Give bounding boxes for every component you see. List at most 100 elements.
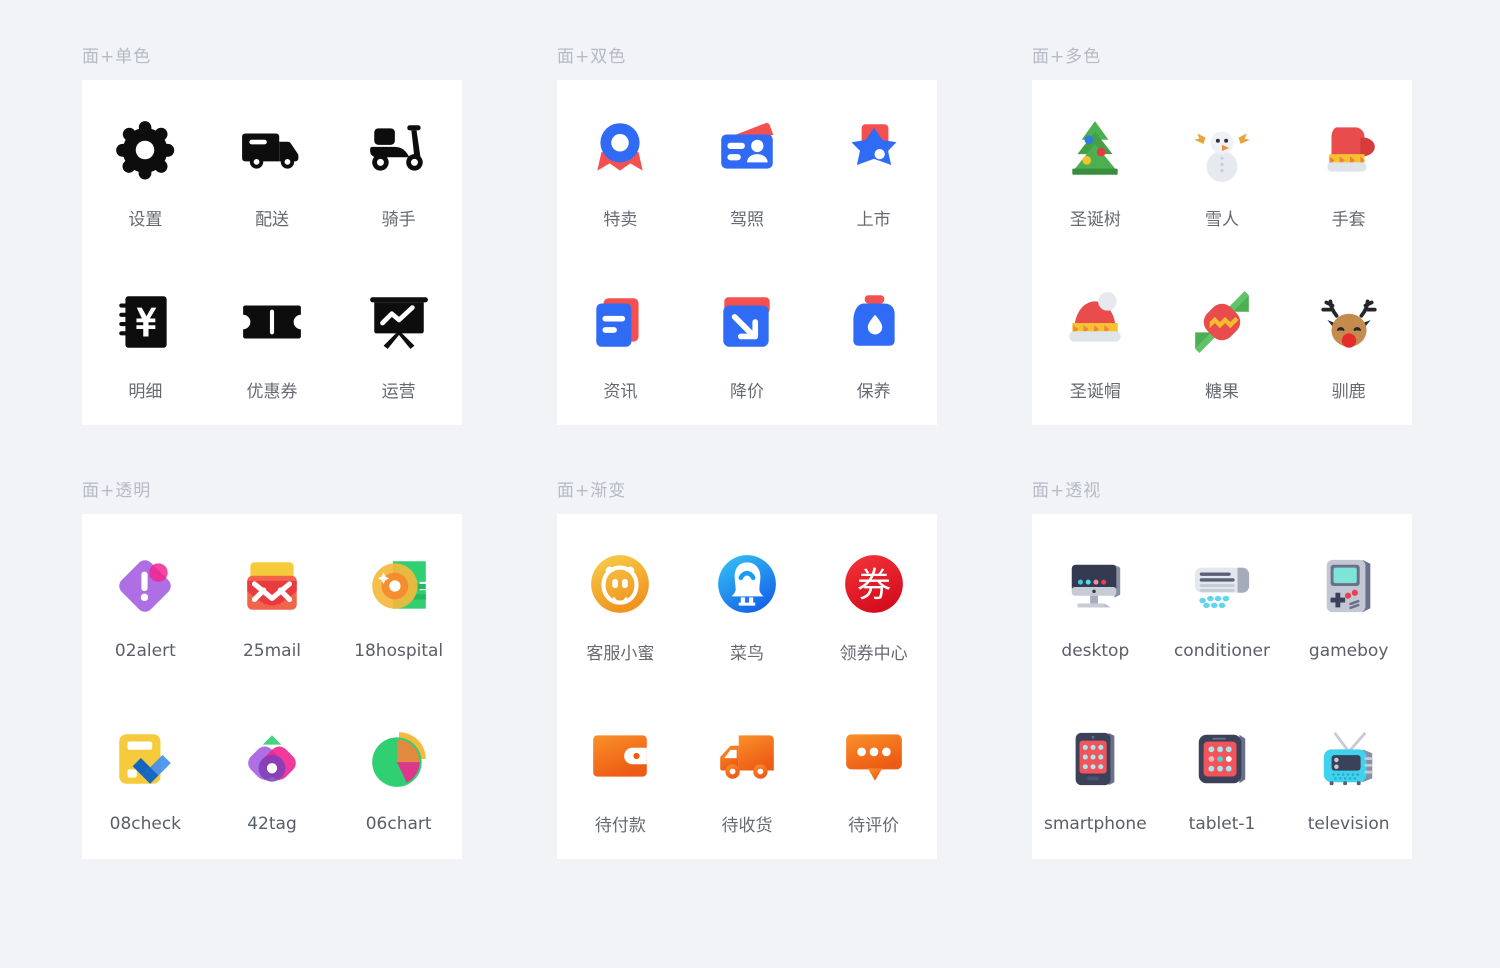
- icon-card-transparent: 02alert 25mail 18hospital 08check 42tag …: [82, 514, 462, 859]
- icon-cell[interactable]: 雪人: [1159, 103, 1286, 230]
- icon-cell[interactable]: 优惠券: [209, 275, 336, 402]
- icon-label: 上市: [856, 209, 891, 230]
- comment-dots-icon: [839, 721, 909, 791]
- icon-cell[interactable]: 待评价: [810, 709, 937, 836]
- santa-hat-icon: [1060, 287, 1130, 357]
- icon-cell[interactable]: 明细: [82, 275, 209, 402]
- icon-label: desktop: [1061, 641, 1130, 662]
- icon-cell[interactable]: 08check: [82, 712, 209, 834]
- icon-label: 18hospital: [354, 641, 444, 662]
- icon-cell[interactable]: 运营: [335, 275, 462, 402]
- icon-card-perspective: desktop conditioner gameboy smartphone t…: [1032, 514, 1412, 859]
- icon-cell[interactable]: tablet-1: [1159, 712, 1286, 834]
- icon-cell[interactable]: smartphone: [1032, 712, 1159, 834]
- cainiao-bird-icon: [712, 549, 782, 619]
- icon-label: 待评价: [848, 816, 900, 837]
- icon-cell[interactable]: 驯鹿: [1285, 275, 1412, 402]
- icon-cell[interactable]: 设置: [82, 103, 209, 230]
- icon-label: 降价: [729, 382, 764, 403]
- smartphone-icon: [1060, 724, 1130, 794]
- icon-label: 骑手: [381, 209, 416, 230]
- icon-label: tablet-1: [1188, 813, 1256, 834]
- wallet-icon: [585, 721, 655, 791]
- icon-cell[interactable]: 驾照: [684, 103, 811, 230]
- icon-label: 25mail: [242, 641, 302, 662]
- icon-cell[interactable]: 券 领券中心: [810, 537, 937, 664]
- icon-label: 设置: [128, 209, 163, 230]
- scooter-icon: [364, 115, 434, 185]
- icon-cell[interactable]: desktop: [1032, 539, 1159, 661]
- icon-cell[interactable]: 圣诞帽: [1032, 275, 1159, 402]
- icon-cell[interactable]: 客服小蜜: [557, 537, 684, 664]
- icon-label: conditioner: [1173, 641, 1271, 662]
- oil-bottle-icon: [839, 287, 909, 357]
- truck-icon: [237, 115, 307, 185]
- christmas-tree-icon: [1060, 115, 1130, 185]
- gear-icon: [110, 115, 180, 185]
- coupon-circle-icon: 券: [839, 549, 909, 619]
- medal-ribbon-icon: [585, 115, 655, 185]
- icon-cell[interactable]: 圣诞树: [1032, 103, 1159, 230]
- icon-label: 待收货: [721, 816, 773, 837]
- icon-label: 配送: [254, 209, 289, 230]
- icon-label: 02alert: [114, 641, 176, 662]
- icon-label: 驾照: [729, 209, 764, 230]
- mitten-icon: [1314, 115, 1384, 185]
- svg-text:券: 券: [857, 565, 891, 605]
- icon-cell[interactable]: 待收货: [684, 709, 811, 836]
- presentation-chart-icon: [364, 287, 434, 357]
- reindeer-icon: [1314, 287, 1384, 357]
- section-title: 面+渐变: [557, 481, 627, 501]
- icon-cell[interactable]: 上市: [810, 103, 937, 230]
- icon-label: 优惠券: [246, 382, 298, 403]
- icon-card-mono: 设置 配送 骑手 明细 优惠券 运营: [82, 80, 462, 425]
- icon-cell[interactable]: 资讯: [557, 275, 684, 402]
- icon-cell[interactable]: 降价: [684, 275, 811, 402]
- icon-cell[interactable]: conditioner: [1159, 539, 1286, 661]
- section-title: 面+多色: [1032, 47, 1102, 67]
- candy-icon: [1187, 287, 1257, 357]
- section-gradient: 面+渐变 客服小蜜 菜鸟 券 领券中心 待付款 待收货 待评价: [557, 476, 1032, 910]
- pie-chart-icon: [364, 724, 434, 794]
- icon-label: 资讯: [603, 382, 638, 403]
- icon-cell[interactable]: 保养: [810, 275, 937, 402]
- section-mono: 面+单色 设置 配送 骑手 明细 优惠券 运营: [82, 42, 557, 476]
- icon-cell[interactable]: television: [1285, 712, 1412, 834]
- icon-cell[interactable]: 糖果: [1159, 275, 1286, 402]
- section-perspective: 面+透视 desktop conditioner gameboy smartph…: [1032, 476, 1500, 910]
- icon-cell[interactable]: 25mail: [209, 539, 336, 661]
- icon-cell[interactable]: 骑手: [335, 103, 462, 230]
- section-multicolor: 面+多色 圣诞树 雪人 手套 圣诞帽 糖果 驯鹿: [1032, 42, 1500, 476]
- desktop-monitor-icon: [1060, 551, 1130, 621]
- icon-cell[interactable]: 手套: [1285, 103, 1412, 230]
- icon-label: 运营: [381, 382, 416, 403]
- tablet-icon: [1187, 724, 1257, 794]
- snowman-icon: [1187, 115, 1257, 185]
- icon-cell[interactable]: 42tag: [209, 712, 336, 834]
- arrow-down-right-icon: [712, 287, 782, 357]
- section-duotone: 面+双色 特卖 驾照 上市 资讯 降价 保养: [557, 42, 1032, 476]
- icon-label: television: [1307, 813, 1390, 834]
- section-title: 面+透明: [82, 481, 152, 501]
- icon-label: 保养: [856, 382, 891, 403]
- icon-cell[interactable]: 菜鸟: [684, 537, 811, 664]
- icon-cell[interactable]: 06chart: [335, 712, 462, 834]
- checklist-icon: [110, 724, 180, 794]
- icon-label: 领券中心: [839, 643, 908, 664]
- icon-cell[interactable]: 待付款: [557, 709, 684, 836]
- icon-label: 圣诞树: [1069, 209, 1121, 230]
- icon-cell[interactable]: 配送: [209, 103, 336, 230]
- icon-cell[interactable]: gameboy: [1285, 539, 1412, 661]
- icon-cell[interactable]: 02alert: [82, 539, 209, 661]
- icon-style-board: 面+单色 设置 配送 骑手 明细 优惠券 运营 面+双色 特卖 驾照 上市 资讯…: [0, 0, 1500, 910]
- icon-cell[interactable]: 特卖: [557, 103, 684, 230]
- icon-label: 08check: [109, 813, 182, 834]
- section-title: 面+单色: [82, 47, 152, 67]
- icon-cell[interactable]: 18hospital: [335, 539, 462, 661]
- television-icon: [1314, 724, 1384, 794]
- icon-label: 06chart: [365, 813, 432, 834]
- icon-label: 待付款: [594, 816, 646, 837]
- icon-label: 特卖: [603, 209, 638, 230]
- star-badge-icon: [839, 115, 909, 185]
- icon-label: 驯鹿: [1331, 382, 1366, 403]
